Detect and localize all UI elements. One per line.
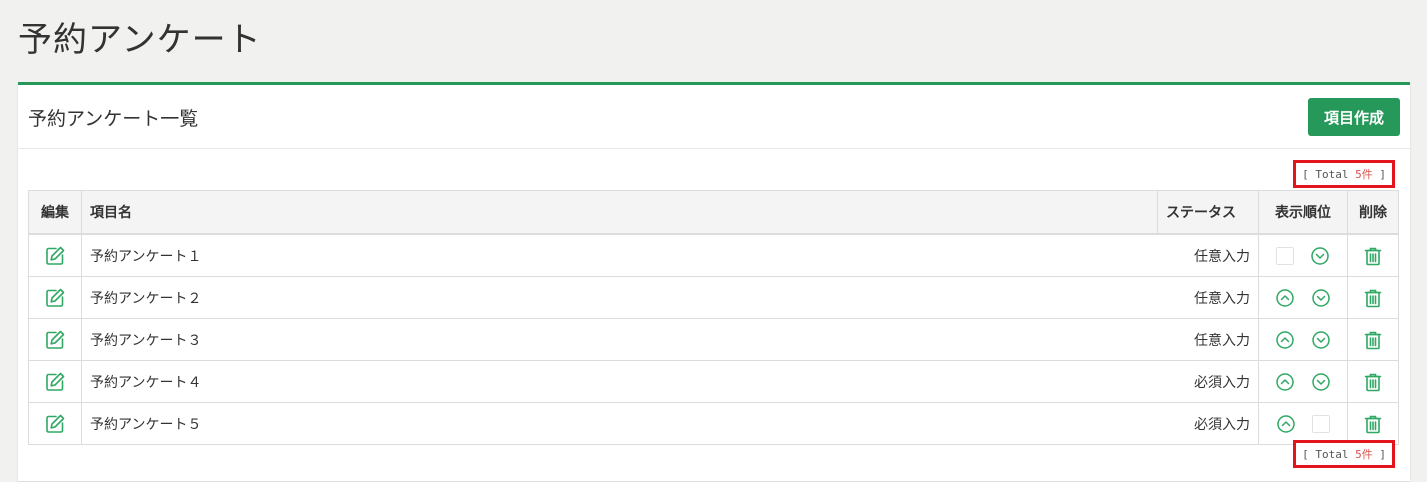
page-title: 予約アンケート: [18, 20, 262, 60]
order-cell: [1258, 402, 1348, 445]
move-down-icon[interactable]: [1311, 330, 1331, 350]
total-number: 5件: [1355, 168, 1373, 181]
item-status: 必須入力: [1157, 402, 1259, 445]
move-down-icon[interactable]: [1311, 288, 1331, 308]
table-row: 予約アンケート４ 必須入力: [28, 360, 1399, 403]
edit-icon[interactable]: [44, 245, 66, 267]
item-status: 任意入力: [1157, 233, 1259, 277]
delete-cell: [1347, 318, 1399, 361]
table-header-row: 編集 項目名 ステータス 表示順位 削除: [28, 190, 1399, 235]
delete-cell: [1347, 233, 1399, 277]
order-cell: [1258, 318, 1348, 361]
trash-icon[interactable]: [1364, 414, 1382, 434]
trash-icon[interactable]: [1364, 288, 1382, 308]
order-cell: [1258, 276, 1348, 319]
item-name: 予約アンケート３: [81, 318, 1158, 361]
move-up-icon[interactable]: [1275, 372, 1295, 392]
delete-cell: [1347, 402, 1399, 445]
order-cell: [1258, 360, 1348, 403]
edit-icon[interactable]: [44, 287, 66, 309]
total-count-top: [ Total 5件 ]: [1293, 160, 1395, 188]
survey-list-panel: 予約アンケート一覧 項目作成 [ Total 5件 ] 編集 項目名 ステータス…: [18, 82, 1410, 481]
trash-icon[interactable]: [1364, 330, 1382, 350]
create-item-button[interactable]: 項目作成: [1308, 98, 1400, 136]
item-name: 予約アンケート１: [81, 233, 1158, 277]
move-down-icon[interactable]: [1310, 246, 1330, 266]
survey-table: 編集 項目名 ステータス 表示順位 削除 予約アンケート１ 任意入力 予約アンケート…: [28, 190, 1399, 445]
edit-cell: [28, 276, 82, 319]
item-name: 予約アンケート４: [81, 360, 1158, 403]
edit-cell: [28, 402, 82, 445]
total-count-bottom: [ Total 5件 ]: [1293, 440, 1395, 468]
item-status: 任意入力: [1157, 318, 1259, 361]
edit-icon[interactable]: [44, 329, 66, 351]
item-name: 予約アンケート２: [81, 276, 1158, 319]
total-prefix: [ Total: [1302, 448, 1356, 461]
move-up-icon[interactable]: [1275, 330, 1295, 350]
table-row: 予約アンケート３ 任意入力: [28, 318, 1399, 361]
header-edit: 編集: [28, 190, 82, 235]
edit-cell: [28, 318, 82, 361]
total-number: 5件: [1355, 448, 1373, 461]
total-suffix: ]: [1372, 168, 1386, 181]
move-down-disabled: [1312, 414, 1330, 433]
trash-icon[interactable]: [1364, 246, 1382, 266]
total-suffix: ]: [1372, 448, 1386, 461]
item-name: 予約アンケート５: [81, 402, 1158, 445]
total-prefix: [ Total: [1302, 168, 1356, 181]
delete-cell: [1347, 276, 1399, 319]
table-row: 予約アンケート５ 必須入力: [28, 402, 1399, 445]
edit-icon[interactable]: [44, 413, 66, 435]
header-status: ステータス: [1157, 190, 1259, 235]
edit-icon[interactable]: [44, 371, 66, 393]
edit-cell: [28, 233, 82, 277]
order-cell: [1258, 233, 1348, 277]
panel-title: 予約アンケート一覧: [28, 108, 199, 130]
move-up-icon[interactable]: [1275, 288, 1295, 308]
trash-icon[interactable]: [1364, 372, 1382, 392]
header-order: 表示順位: [1258, 190, 1348, 235]
table-row: 予約アンケート１ 任意入力: [28, 233, 1399, 277]
item-status: 任意入力: [1157, 276, 1259, 319]
header-name: 項目名: [81, 190, 1158, 235]
move-up-disabled: [1276, 246, 1294, 265]
item-status: 必須入力: [1157, 360, 1259, 403]
move-down-icon[interactable]: [1311, 372, 1331, 392]
edit-cell: [28, 360, 82, 403]
move-up-icon[interactable]: [1276, 414, 1296, 434]
delete-cell: [1347, 360, 1399, 403]
header-delete: 削除: [1347, 190, 1399, 235]
table-row: 予約アンケート２ 任意入力: [28, 276, 1399, 319]
panel-header: 予約アンケート一覧 項目作成: [18, 85, 1410, 149]
